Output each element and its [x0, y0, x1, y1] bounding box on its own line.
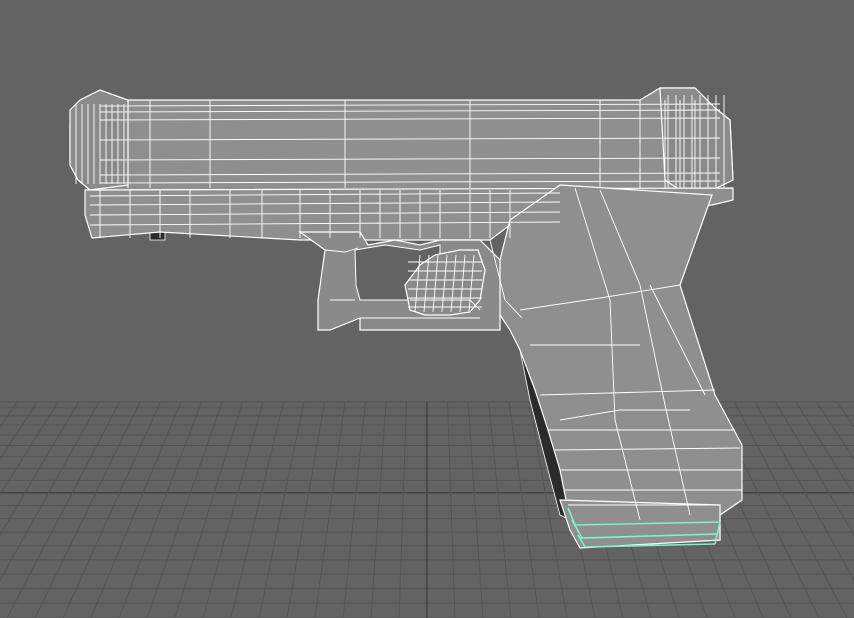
grid-column-line: [398, 401, 407, 618]
grid-column-line: [34, 401, 141, 618]
grid-column-line: [62, 401, 161, 618]
grip-surface: [489, 184, 743, 546]
grid-column-line: [342, 401, 366, 618]
grid-column-line: [202, 401, 264, 618]
grid-column-line: [0, 401, 38, 460]
grid-column-line: [488, 401, 512, 618]
grid-column-line: [314, 401, 346, 618]
grid-column-line: [6, 401, 120, 618]
slide-front-block: [659, 87, 734, 191]
grid-column-line: [816, 401, 854, 460]
viewport-scene[interactable]: [0, 0, 854, 618]
grid-column-line: [90, 401, 182, 618]
3d-viewport[interactable]: [0, 0, 854, 618]
grid-column-line: [174, 401, 243, 618]
grid-column-line: [258, 401, 305, 618]
grid-column-line: [146, 401, 223, 618]
pistol-model[interactable]: [69, 87, 743, 549]
grid-column-line: [118, 401, 202, 618]
grid-column-line: [508, 401, 540, 618]
grid-column-line: [467, 401, 484, 618]
grid-column-line: [0, 401, 59, 496]
grid-column-line: [447, 401, 456, 618]
grid-column-line: [370, 401, 387, 618]
grid-column-line: [230, 401, 284, 618]
grid-column-line: [734, 401, 848, 618]
grid-column-line: [286, 401, 325, 618]
grid-column-line: [795, 401, 854, 496]
